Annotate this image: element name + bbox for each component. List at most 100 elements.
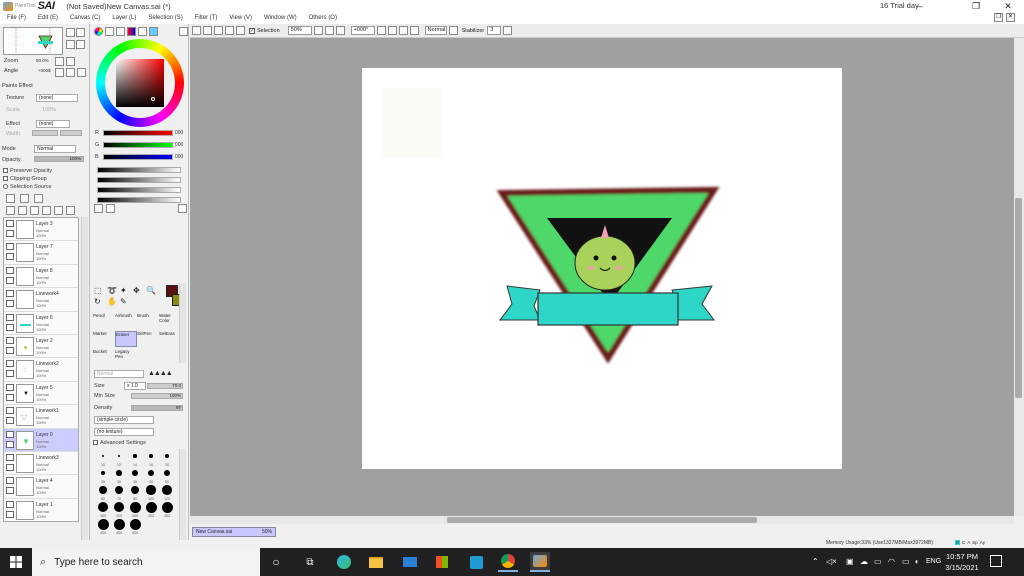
brush-shape-selector[interactable]: ▲▲▲▲ bbox=[148, 370, 173, 377]
layer-item[interactable]: Linework3 Normal 100% bbox=[4, 452, 78, 476]
layer-lock-icon[interactable] bbox=[6, 510, 14, 518]
tool-legacy-pen[interactable]: Legacy Pen bbox=[115, 349, 137, 365]
opacity-slider[interactable]: 100% bbox=[34, 156, 84, 162]
brush-size-preset[interactable]: 70 bbox=[111, 485, 127, 501]
nav-fit-button[interactable] bbox=[66, 40, 75, 49]
clipping-group-checkbox[interactable] bbox=[3, 176, 8, 182]
visibility-icon[interactable] bbox=[6, 360, 14, 368]
brush-size-preset[interactable]: 400 bbox=[95, 518, 111, 535]
gray-slider-2[interactable] bbox=[97, 177, 181, 183]
lasso-icon[interactable]: ➰ bbox=[107, 286, 118, 295]
mdi-restore-button[interactable]: ❐ bbox=[994, 13, 1003, 22]
menu-layer[interactable]: Layer (L) bbox=[112, 15, 136, 21]
rotate-left-button[interactable] bbox=[376, 26, 386, 35]
select-all-button[interactable] bbox=[236, 26, 245, 35]
angle-flip-button[interactable] bbox=[77, 68, 86, 77]
brush-scrollbar[interactable] bbox=[179, 449, 186, 544]
rotate-reset-button[interactable] bbox=[398, 26, 408, 35]
visibility-icon[interactable] bbox=[6, 453, 14, 461]
rotate-icon[interactable]: ↻ bbox=[94, 297, 105, 306]
preserve-opacity-checkbox[interactable] bbox=[3, 168, 8, 174]
layer-item[interactable]: ▼ Layer 5 Normal 100% bbox=[4, 382, 78, 406]
gray-slider-4[interactable] bbox=[97, 197, 181, 203]
angle-rotate-button[interactable] bbox=[66, 68, 75, 77]
brush-size-preset[interactable]: 120 bbox=[159, 485, 175, 501]
drawing-canvas[interactable] bbox=[362, 68, 842, 469]
clear-layer-icon[interactable] bbox=[30, 206, 39, 215]
tray-app-icon[interactable]: ▣ bbox=[846, 557, 854, 566]
brush-size-preset[interactable]: 160 bbox=[95, 501, 111, 518]
g-slider[interactable] bbox=[103, 142, 173, 148]
new-layer-icon[interactable] bbox=[6, 194, 15, 203]
mixer-icon[interactable] bbox=[127, 27, 136, 36]
tool-watercolor[interactable]: Water Color bbox=[159, 313, 181, 329]
undo-button[interactable] bbox=[192, 26, 201, 35]
tool-seleras[interactable]: SelEras bbox=[159, 331, 181, 347]
strength-slider[interactable] bbox=[60, 130, 82, 136]
app-icon[interactable] bbox=[466, 552, 486, 572]
layer-lock-icon[interactable] bbox=[6, 370, 14, 378]
layer-item[interactable]: Layer 4 Normal 100% bbox=[4, 475, 78, 499]
tool-marker[interactable]: Marker bbox=[93, 331, 115, 347]
nav-reset-button[interactable] bbox=[76, 40, 85, 49]
brush-size-preset[interactable]: 500 bbox=[127, 518, 143, 535]
nav-zoom-out-button[interactable] bbox=[76, 28, 85, 37]
advanced-settings-checkbox[interactable] bbox=[93, 440, 98, 446]
visibility-icon[interactable] bbox=[6, 290, 14, 298]
zoom-icon[interactable]: 🔍 bbox=[146, 286, 157, 295]
layer-item[interactable]: Layer 6 Normal 100% bbox=[4, 312, 78, 335]
document-tab[interactable]: New Canvas.sai 50% bbox=[192, 527, 276, 537]
speaker-icon[interactable]: ◖ bbox=[914, 557, 919, 566]
network-icon[interactable]: ▭ bbox=[874, 557, 882, 566]
deselect-button[interactable] bbox=[214, 26, 223, 35]
rgb-slider-icon[interactable] bbox=[105, 27, 114, 36]
brush-size-preset[interactable]: 50 bbox=[159, 468, 175, 484]
advanced-settings-toggle[interactable]: Advanced Settings bbox=[93, 440, 146, 446]
onedrive-icon[interactable]: ☁ bbox=[860, 557, 868, 566]
layer-item[interactable]: Linework4 Normal 100% bbox=[4, 288, 78, 312]
invert-selection-button[interactable] bbox=[225, 26, 234, 35]
transfer-down-icon[interactable] bbox=[6, 206, 15, 215]
rect-select-icon[interactable]: ⬚ bbox=[94, 286, 105, 295]
visibility-icon[interactable] bbox=[6, 500, 14, 508]
visibility-icon[interactable] bbox=[6, 266, 14, 274]
horizontal-scroll-thumb[interactable] bbox=[447, 517, 757, 523]
brush-size-preset[interactable]: 30 bbox=[111, 468, 127, 484]
layer-item[interactable]: Layer 2 Normal 100% bbox=[4, 335, 78, 359]
layer-item[interactable]: Layer 1 Normal 100% bbox=[4, 499, 78, 521]
navigator-preview[interactable] bbox=[3, 27, 63, 55]
close-button[interactable]: ✕ bbox=[994, 0, 1022, 12]
vertical-scroll-thumb[interactable] bbox=[1015, 198, 1022, 398]
color-wheel-icon[interactable] bbox=[94, 27, 103, 36]
brush-size-preset[interactable]: 80 bbox=[127, 485, 143, 501]
chrome-icon[interactable] bbox=[498, 552, 518, 572]
canvas-workspace[interactable] bbox=[190, 38, 1014, 516]
rotate-right-button[interactable] bbox=[387, 26, 397, 35]
menu-others[interactable]: Others (O) bbox=[309, 15, 337, 21]
battery-icon[interactable]: ▭ bbox=[902, 557, 910, 566]
menu-filter[interactable]: Filter (T) bbox=[195, 15, 218, 21]
maximize-button[interactable]: ❐ bbox=[962, 0, 990, 12]
brush-size-preset[interactable]: 60 bbox=[95, 485, 111, 501]
saturation-value-square[interactable] bbox=[116, 59, 164, 107]
paint-effect-header[interactable]: Paints Effect bbox=[2, 83, 33, 89]
task-view-icon[interactable]: ⧉ bbox=[300, 552, 320, 572]
tool-brush[interactable]: Brush bbox=[137, 313, 159, 329]
layer-lock-icon[interactable] bbox=[6, 276, 14, 284]
brush-size-preset[interactable]: 20 bbox=[159, 451, 175, 467]
view-mode-toggle[interactable] bbox=[448, 26, 458, 35]
lock-layer-icon[interactable] bbox=[66, 206, 75, 215]
zoom-minus-button[interactable] bbox=[55, 57, 64, 66]
brush-size-preset[interactable]: 300 bbox=[143, 501, 159, 518]
selection-checkbox[interactable]: ✓ bbox=[249, 27, 255, 34]
layer-lock-icon[interactable] bbox=[6, 346, 14, 354]
brush-texture-select[interactable]: (no texture) bbox=[94, 428, 154, 436]
move-icon[interactable]: ✥ bbox=[133, 286, 144, 295]
notification-icon[interactable] bbox=[990, 555, 1002, 567]
language-indicator[interactable]: ENG bbox=[926, 558, 941, 565]
wifi-icon[interactable]: ◠ bbox=[888, 557, 895, 566]
preserve-opacity-option[interactable]: Preserve Opacity bbox=[3, 168, 52, 174]
visibility-icon[interactable] bbox=[6, 430, 14, 438]
cortana-icon[interactable]: ○ bbox=[266, 552, 286, 572]
layer-item[interactable]: ♡ Linework2 Normal 100% bbox=[4, 358, 78, 382]
